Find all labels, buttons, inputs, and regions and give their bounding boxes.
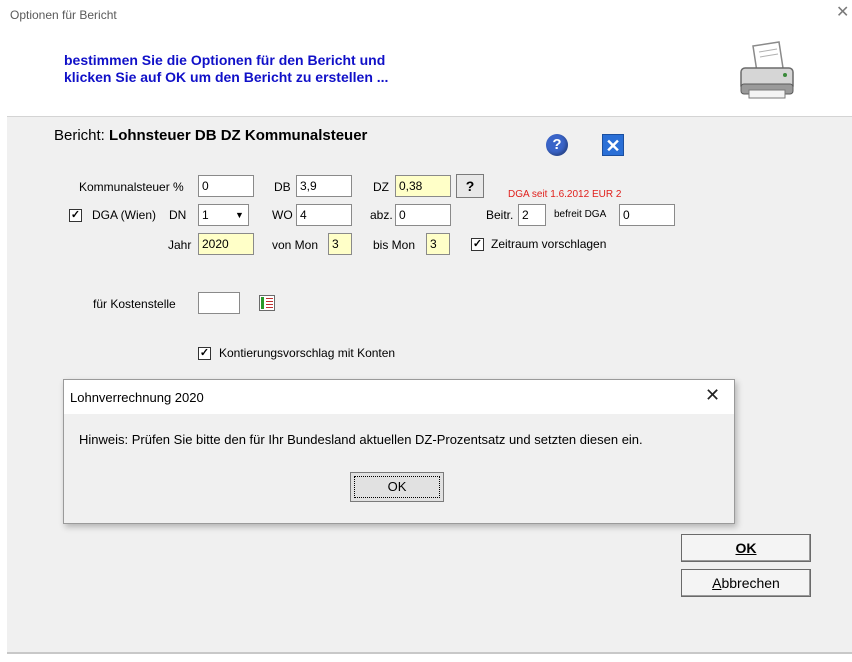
- kostenstelle-input[interactable]: [198, 292, 240, 314]
- report-prefix: Bericht:: [54, 127, 105, 144]
- kostenstelle-label: für Kostenstelle: [93, 297, 176, 311]
- bis-mon-input[interactable]: 3: [426, 233, 450, 255]
- beitr-label: Beitr.: [486, 208, 514, 222]
- db-input[interactable]: 3,9: [296, 175, 352, 197]
- beitr-input[interactable]: 2: [518, 204, 546, 226]
- dga-label: DGA (Wien): [92, 208, 157, 222]
- report-heading: Bericht: Lohnsteuer DB DZ Kommunalsteuer: [54, 127, 367, 144]
- befreit-dga-input[interactable]: 0: [619, 204, 675, 226]
- dz-label: DZ: [373, 180, 389, 194]
- jahr-input[interactable]: 2020: [198, 233, 254, 255]
- bottom-border: [7, 652, 852, 654]
- help-icon[interactable]: ?: [546, 134, 568, 156]
- wo-input[interactable]: 4: [296, 204, 352, 226]
- abz-input[interactable]: 0: [395, 204, 451, 226]
- kommunalsteuer-input[interactable]: 0: [198, 175, 254, 197]
- close-x-icon[interactable]: ✕: [602, 134, 624, 156]
- dialog-close-icon[interactable]: ✕: [705, 385, 720, 406]
- db-label: DB: [274, 180, 291, 194]
- header-line-1: bestimmen Sie die Optionen für den Beric…: [64, 52, 386, 68]
- von-mon-label: von Mon: [272, 238, 319, 252]
- abz-label: abz.: [370, 208, 393, 222]
- cancel-button[interactable]: Abbrechen: [681, 569, 811, 597]
- zeitraum-label: Zeitraum vorschlagen: [491, 237, 607, 251]
- dga-note: DGA seit 1.6.2012 EUR 2: [508, 189, 622, 200]
- dialog-message: Hinweis: Prüfen Sie bitte den für Ihr Bu…: [79, 432, 643, 447]
- zeitraum-checkbox[interactable]: ✓: [471, 238, 484, 251]
- dz-input[interactable]: 0,38: [395, 175, 451, 197]
- bis-mon-label: bis Mon: [373, 238, 416, 252]
- window-close-icon[interactable]: ✕: [836, 4, 849, 22]
- dialog-title: Lohnverrechnung 2020: [70, 390, 204, 405]
- report-name: Lohnsteuer DB DZ Kommunalsteuer: [109, 127, 368, 144]
- kommunalsteuer-label: Kommunalsteuer %: [79, 180, 184, 194]
- cancel-button-label: Abbrechen: [712, 575, 780, 591]
- dn-label: DN: [169, 208, 187, 222]
- jahr-label: Jahr: [168, 238, 192, 252]
- dialog-titlebar: Lohnverrechnung 2020 ✕: [64, 380, 734, 414]
- printer-icon: [740, 41, 794, 99]
- kontierung-label: Kontierungsvorschlag mit Konten: [219, 346, 396, 360]
- dn-select[interactable]: 1: [198, 204, 231, 226]
- header-line-2: klicken Sie auf OK um den Bericht zu ers…: [64, 69, 389, 85]
- window-title: Optionen für Bericht: [10, 8, 117, 22]
- von-mon-input[interactable]: 3: [328, 233, 352, 255]
- dialog-ok-button[interactable]: OK: [350, 472, 444, 502]
- kostenstelle-lookup-icon[interactable]: [259, 295, 275, 311]
- wo-label: WO: [272, 208, 293, 222]
- dn-dropdown-arrow-icon[interactable]: ▼: [231, 204, 249, 226]
- ok-button-label: OK: [735, 540, 757, 556]
- dga-checkbox[interactable]: ✓: [69, 209, 82, 222]
- kontierung-checkbox[interactable]: ✓: [198, 347, 211, 360]
- ok-button[interactable]: OK: [681, 534, 811, 562]
- befreit-dga-label: befreit DGA: [554, 209, 607, 220]
- message-dialog: Lohnverrechnung 2020 ✕ Hinweis: Prüfen S…: [63, 379, 735, 524]
- dz-help-button[interactable]: ?: [456, 174, 484, 198]
